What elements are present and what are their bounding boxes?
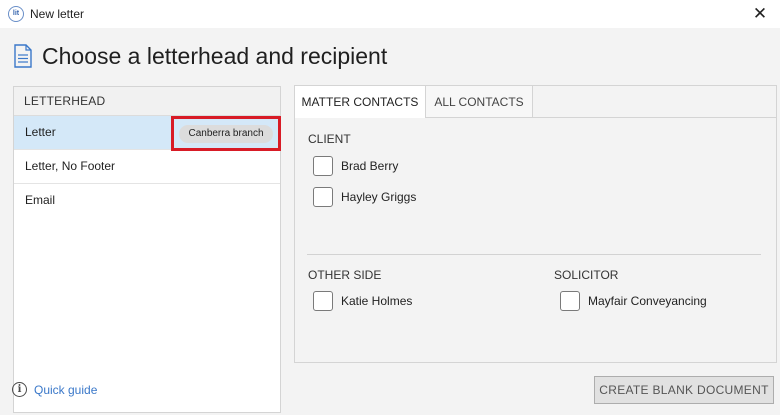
close-button[interactable]: ✕ bbox=[740, 0, 780, 28]
contact-checkbox[interactable] bbox=[313, 156, 333, 176]
branch-highlight: Canberra branch bbox=[171, 116, 281, 151]
contacts-body: CLIENT Brad Berry Hayley Griggs OTHER SI… bbox=[295, 118, 776, 362]
letterhead-item-email[interactable]: Email bbox=[14, 184, 280, 218]
page-title: Choose a letterhead and recipient bbox=[42, 43, 388, 69]
quick-guide-label: Quick guide bbox=[34, 382, 98, 397]
contact-checkbox[interactable] bbox=[313, 187, 333, 207]
contacts-tabbar: MATTER CONTACTS ALL CONTACTS bbox=[295, 86, 776, 118]
tab-matter-contacts[interactable]: MATTER CONTACTS bbox=[295, 86, 426, 118]
title-bar: lit New letter ✕ bbox=[0, 0, 780, 28]
contact-checkbox[interactable] bbox=[313, 291, 333, 311]
section-divider bbox=[307, 254, 761, 255]
info-icon: i bbox=[12, 382, 27, 397]
contacts-panel: MATTER CONTACTS ALL CONTACTS CLIENT Brad… bbox=[294, 85, 777, 363]
quick-guide-link[interactable]: i Quick guide bbox=[12, 382, 97, 397]
letterhead-item-letter-no-footer[interactable]: Letter, No Footer bbox=[14, 150, 280, 184]
letterhead-item-letter[interactable]: Letter Canberra branch bbox=[14, 116, 281, 151]
contact-brad-berry[interactable]: Brad Berry bbox=[313, 156, 398, 176]
app-logo-icon: lit bbox=[8, 6, 24, 22]
window-title: New letter bbox=[30, 7, 85, 21]
section-label-other-side: OTHER SIDE bbox=[308, 268, 382, 282]
create-blank-document-button[interactable]: CREATE BLANK DOCUMENT bbox=[594, 376, 774, 404]
contact-katie-holmes[interactable]: Katie Holmes bbox=[313, 291, 412, 311]
contact-name: Mayfair Conveyancing bbox=[588, 294, 707, 308]
branch-badge[interactable]: Canberra branch bbox=[179, 125, 273, 143]
contact-checkbox[interactable] bbox=[560, 291, 580, 311]
letterhead-panel: LETTERHEAD Letter Canberra branch Letter… bbox=[13, 86, 281, 413]
contact-name: Brad Berry bbox=[341, 159, 399, 173]
document-icon bbox=[14, 44, 32, 68]
contact-name: Katie Holmes bbox=[341, 294, 413, 308]
tab-all-contacts[interactable]: ALL CONTACTS bbox=[426, 86, 533, 118]
contact-name: Hayley Griggs bbox=[341, 190, 417, 204]
section-label-client: CLIENT bbox=[308, 132, 351, 146]
close-icon: ✕ bbox=[752, 4, 768, 23]
letterhead-header: LETTERHEAD bbox=[14, 87, 280, 116]
letterhead-item-label: Letter, No Footer bbox=[25, 159, 116, 173]
letterhead-item-label: Email bbox=[25, 193, 56, 207]
contact-mayfair-conveyancing[interactable]: Mayfair Conveyancing bbox=[560, 291, 707, 311]
section-label-solicitor: SOLICITOR bbox=[554, 268, 619, 282]
letterhead-item-label: Letter bbox=[25, 125, 56, 139]
contact-hayley-griggs[interactable]: Hayley Griggs bbox=[313, 187, 416, 207]
